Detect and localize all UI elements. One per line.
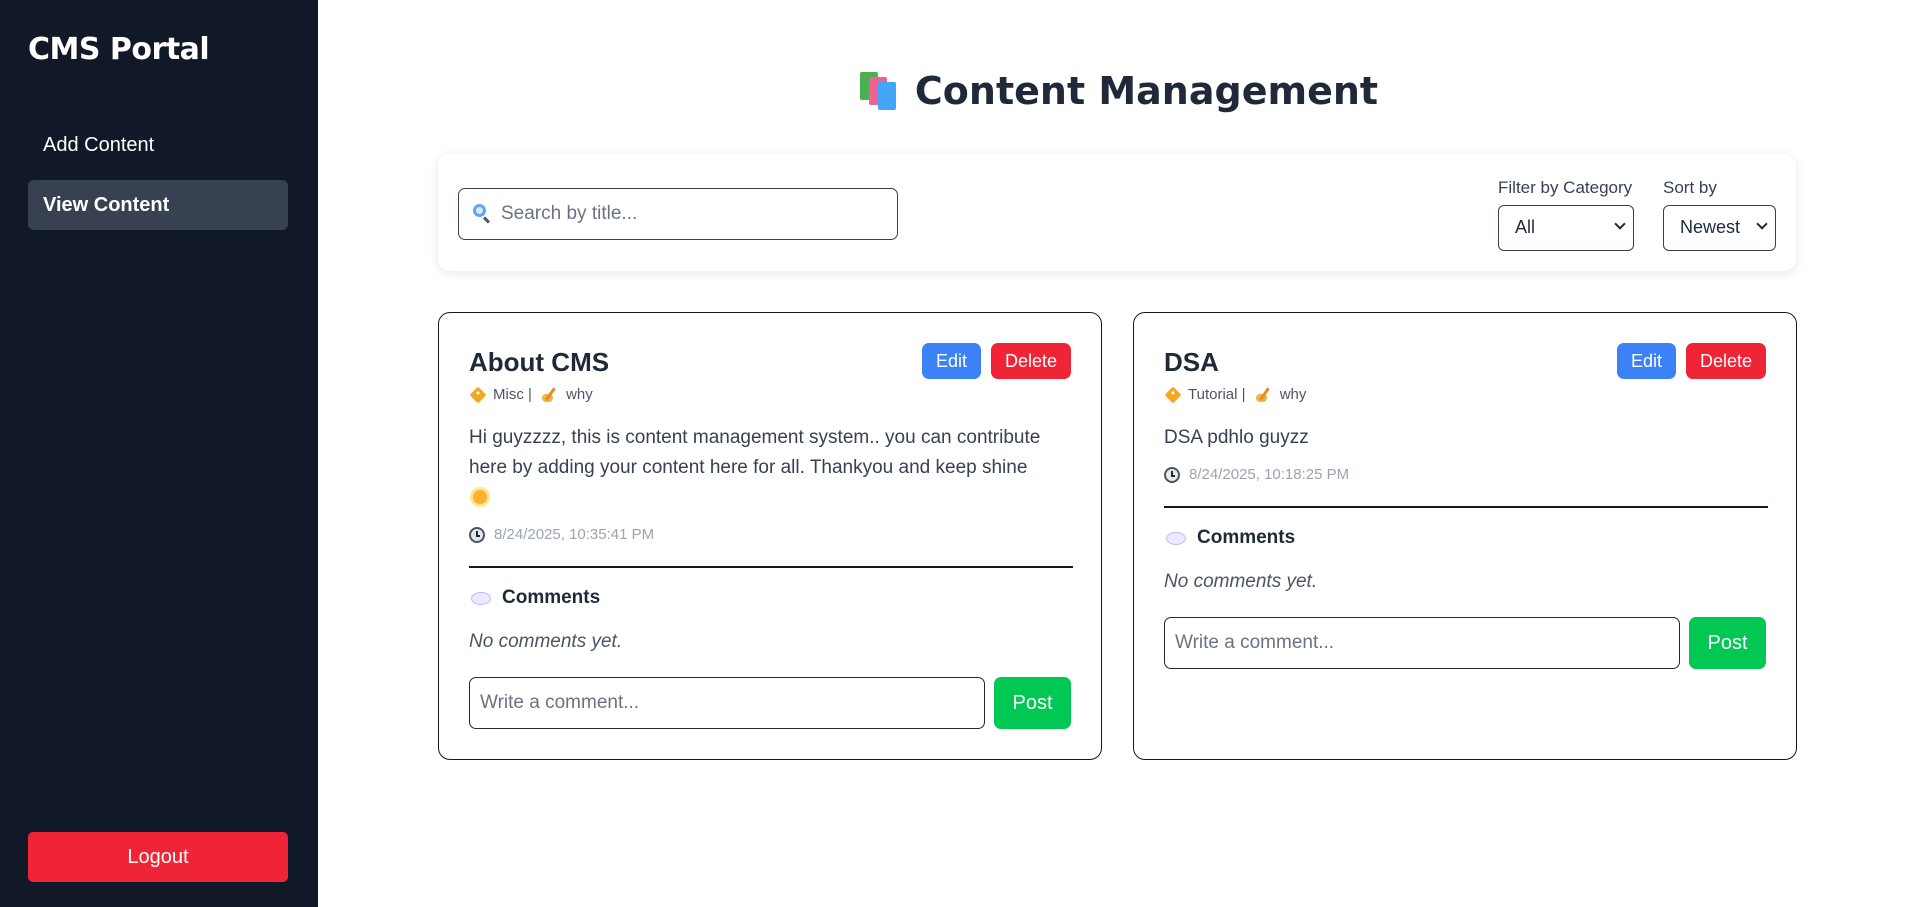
card-body: DSA pdhlo guyzz (1164, 427, 1309, 448)
search-box (458, 188, 898, 240)
no-comments-text: No comments yet. (469, 631, 623, 652)
chevron-down-icon (1614, 218, 1626, 230)
category-label: Misc | (493, 386, 537, 403)
tag-icon (469, 386, 487, 403)
tag-icon (1164, 386, 1182, 403)
search-icon (472, 203, 492, 224)
category-label: Tutorial | (1188, 386, 1250, 403)
page-title: Content Management (318, 68, 1917, 113)
divider (469, 566, 1073, 568)
sidebar-item-add-content[interactable]: Add Content (28, 120, 288, 170)
speech-bubble-icon (471, 591, 491, 605)
filter-toolbar: Filter by Category All Sort by Newest (438, 154, 1796, 271)
brand-title: CMS Portal (28, 32, 210, 67)
delete-button[interactable]: Delete (991, 343, 1071, 379)
writing-hand-icon (542, 386, 558, 403)
sidebar-item-view-content[interactable]: View Content (28, 180, 288, 230)
timestamp-text: 8/24/2025, 10:35:41 PM (494, 526, 655, 543)
post-comment-button[interactable]: Post (994, 677, 1071, 729)
comments-heading-text: Comments (502, 587, 601, 608)
sidebar: CMS Portal Add Content View Content Logo… (0, 0, 318, 907)
post-comment-button[interactable]: Post (1689, 617, 1766, 669)
card-body-text: Hi guyzzzz, this is content management s… (469, 427, 1041, 478)
no-comments-text: No comments yet. (1164, 571, 1318, 592)
card-title: About CMS (469, 347, 610, 377)
edit-button[interactable]: Edit (1617, 343, 1676, 379)
timestamp-text: 8/24/2025, 10:18:25 PM (1189, 466, 1350, 483)
books-icon (857, 68, 899, 110)
comments-heading-text: Comments (1197, 527, 1296, 548)
card-meta: Misc | why (469, 386, 593, 403)
category-filter-select[interactable]: All (1498, 205, 1634, 251)
content-card: About CMS Edit Delete Misc | why Hi guyz… (438, 312, 1102, 760)
comments-heading: Comments (471, 587, 600, 609)
writing-hand-icon (1255, 386, 1272, 403)
card-body: Hi guyzzzz, this is content management s… (469, 423, 1073, 513)
card-timestamp: 8/24/2025, 10:18:25 PM (1164, 466, 1349, 483)
edit-button[interactable]: Edit (922, 343, 981, 379)
card-title: DSA (1164, 347, 1219, 377)
divider (1164, 506, 1768, 508)
search-input[interactable] (501, 189, 891, 238)
delete-button[interactable]: Delete (1686, 343, 1766, 379)
sort-label: Sort by (1663, 178, 1717, 197)
card-timestamp: 8/24/2025, 10:35:41 PM (469, 526, 654, 543)
chevron-down-icon (1756, 218, 1768, 230)
comment-input[interactable] (1164, 617, 1680, 669)
card-meta: Tutorial | why (1164, 386, 1306, 403)
sort-select[interactable]: Newest (1663, 205, 1776, 251)
content-card: DSA Edit Delete Tutorial | why DSA pdhlo… (1133, 312, 1797, 760)
comment-input[interactable] (469, 677, 985, 729)
speech-bubble-icon (1166, 531, 1186, 545)
clock-icon (469, 526, 485, 543)
category-filter-value: All (1515, 217, 1536, 237)
author-label: why (1279, 386, 1307, 403)
sun-icon (473, 490, 487, 504)
clock-icon (1164, 466, 1180, 483)
author-label: why (566, 386, 593, 403)
sort-value: Newest (1680, 217, 1741, 237)
page-title-text: Content Management (914, 69, 1379, 113)
logout-button[interactable]: Logout (28, 832, 288, 882)
filter-label: Filter by Category (1498, 178, 1633, 197)
comments-heading: Comments (1166, 527, 1295, 549)
